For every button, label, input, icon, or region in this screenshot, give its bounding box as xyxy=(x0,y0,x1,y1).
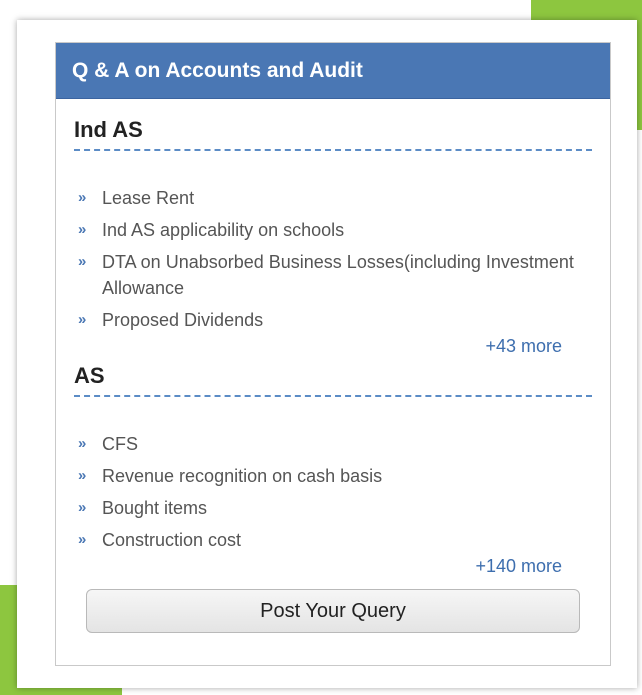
question-link[interactable]: Proposed Dividends xyxy=(102,310,263,330)
list-item[interactable]: » Proposed Dividends xyxy=(78,307,592,333)
double-chevron-icon: » xyxy=(78,221,87,238)
more-link-ind-as[interactable]: +43 more xyxy=(74,333,592,359)
section-ind-as: Ind AS » Lease Rent » Ind AS applicability… xyxy=(56,99,610,359)
post-query-button[interactable]: Post Your Query xyxy=(86,589,580,633)
section-heading: Ind AS xyxy=(74,99,592,151)
question-link[interactable]: Lease Rent xyxy=(102,188,194,208)
question-link[interactable]: Revenue recognition on cash basis xyxy=(102,466,382,486)
list-item[interactable]: » Revenue recognition on cash basis xyxy=(78,463,592,489)
more-link-as[interactable]: +140 more xyxy=(74,553,592,579)
list-item[interactable]: » DTA on Unabsorbed Business Losses(inclu… xyxy=(78,249,592,301)
double-chevron-icon: » xyxy=(78,311,87,328)
question-link[interactable]: Ind AS applicability on schools xyxy=(102,220,344,240)
double-chevron-icon: » xyxy=(78,531,87,548)
question-list: » CFS » Revenue recognition on cash basis … xyxy=(74,397,592,553)
double-chevron-icon: » xyxy=(78,435,87,452)
list-item[interactable]: » Ind AS applicability on schools xyxy=(78,217,592,243)
qa-panel: Q & A on Accounts and Audit Ind AS » Leas… xyxy=(55,42,611,666)
question-link[interactable]: Construction cost xyxy=(102,530,241,550)
question-link[interactable]: Bought items xyxy=(102,498,207,518)
double-chevron-icon: » xyxy=(78,499,87,516)
list-item[interactable]: » Lease Rent xyxy=(78,185,592,211)
double-chevron-icon: » xyxy=(78,467,87,484)
double-chevron-icon: » xyxy=(78,189,87,206)
list-item[interactable]: » Construction cost xyxy=(78,527,592,553)
section-as: AS » CFS » Revenue recognition on cash bas… xyxy=(56,359,610,579)
question-list: » Lease Rent » Ind AS applicability on sch… xyxy=(74,151,592,333)
question-link[interactable]: CFS xyxy=(102,434,138,454)
list-item[interactable]: » Bought items xyxy=(78,495,592,521)
section-heading: AS xyxy=(74,359,592,397)
question-link[interactable]: DTA on Unabsorbed Business Losses(includ… xyxy=(102,252,574,298)
list-item[interactable]: » CFS xyxy=(78,431,592,457)
double-chevron-icon: » xyxy=(78,253,87,270)
panel-title[interactable]: Q & A on Accounts and Audit xyxy=(56,43,610,99)
